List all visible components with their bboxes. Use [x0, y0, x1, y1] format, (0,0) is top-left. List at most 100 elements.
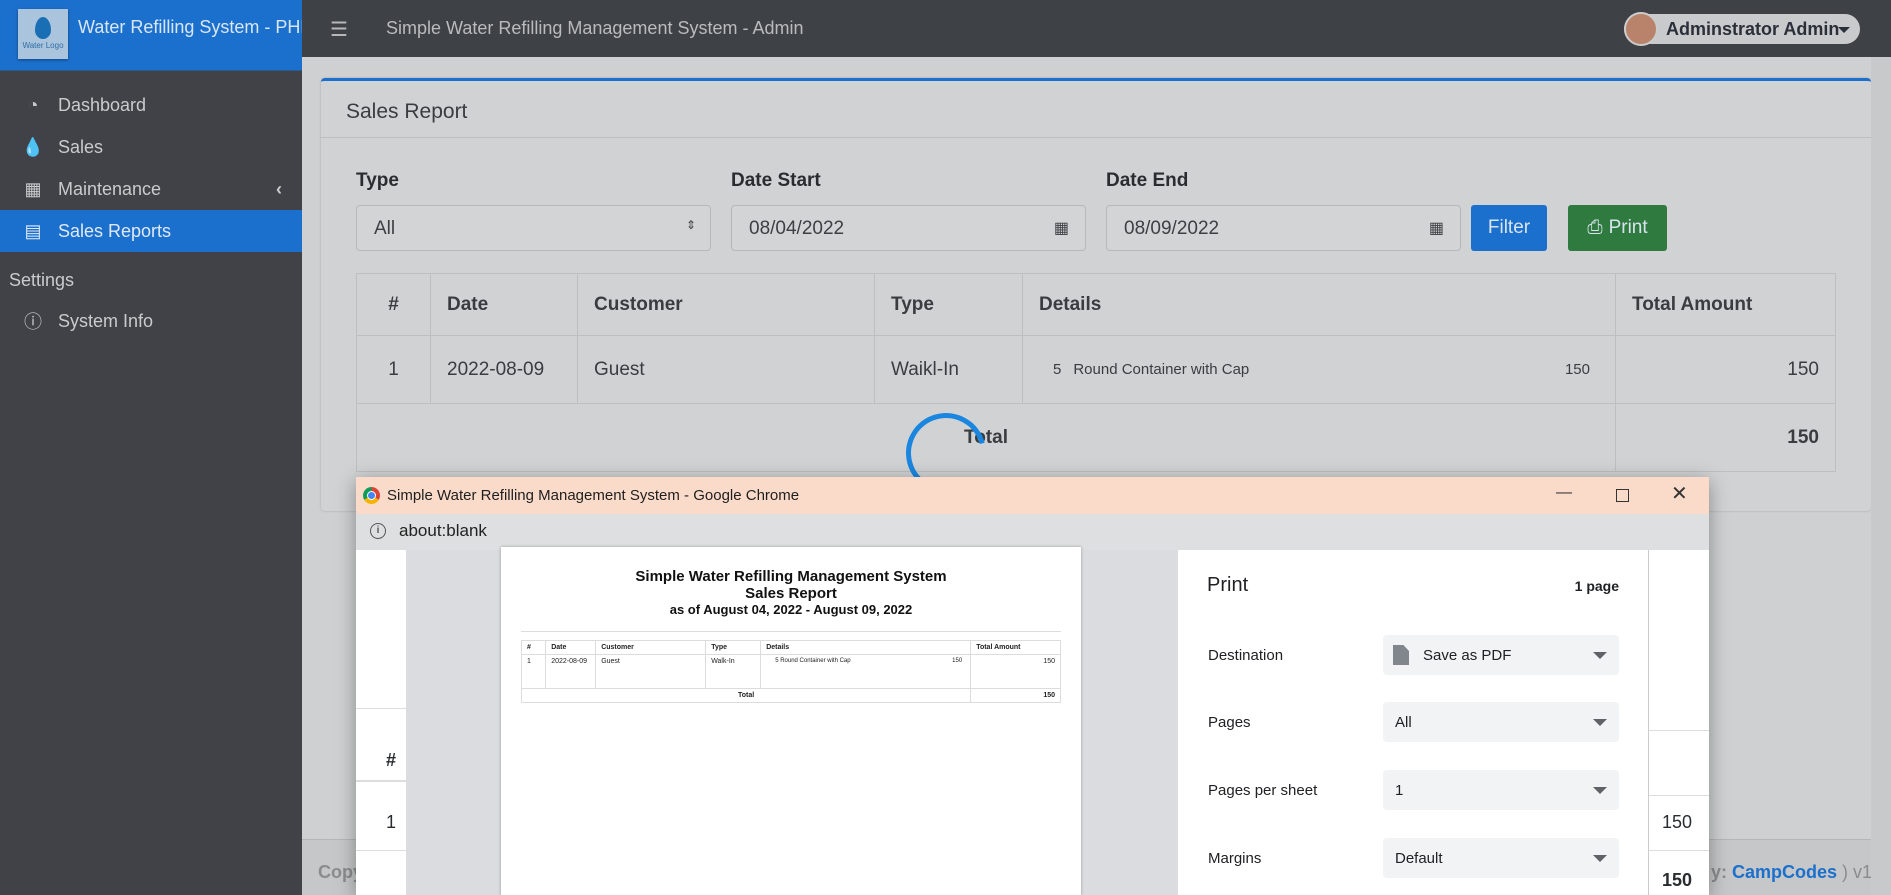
p-cell: Walk-In — [705, 654, 762, 689]
sidebar-item-sales-reports[interactable]: ▤ Sales Reports — [0, 210, 302, 252]
dropdown-arrow-icon — [1593, 855, 1607, 862]
chrome-window-title: Simple Water Refilling Management System… — [387, 487, 800, 504]
type-label: Type — [356, 170, 399, 191]
p-qty: 5 — [775, 658, 779, 664]
p-total-value: 150 — [970, 688, 1061, 703]
print-icon: ⎙ — [1587, 217, 1603, 238]
sidebar-item-sales[interactable]: 💧 Sales — [0, 126, 302, 168]
pages-per-sheet-select[interactable]: 1 — [1383, 770, 1619, 810]
brand-title: Water Refilling System - PHP — [78, 17, 313, 37]
date-start-label: Date Start — [731, 170, 821, 191]
nav-label: Sales Reports — [58, 220, 172, 241]
margins-select[interactable]: Default — [1383, 838, 1619, 878]
date-start-value: 08/04/2022 — [749, 218, 845, 239]
pps-value: 1 — [1395, 781, 1404, 799]
select-arrows-icon: ⇕ — [685, 218, 696, 232]
p-cell: 1 — [520, 654, 547, 689]
page-count: 1 page — [1574, 578, 1619, 594]
logo-text: Water Logo — [22, 41, 64, 50]
print-title: Print — [1207, 574, 1249, 596]
p-col: Customer — [595, 640, 707, 655]
table-header-row: # Date Customer Type Details Total Amoun… — [356, 273, 1836, 336]
navbar-title: Simple Water Refilling Management System… — [386, 18, 804, 38]
page-scrollbar[interactable] — [1871, 57, 1891, 895]
p-col: Type — [705, 640, 762, 655]
sidebar-section-settings: Settings — [9, 270, 75, 290]
col-details: Details — [1022, 273, 1616, 336]
col-date: Date — [430, 273, 578, 336]
tachometer-icon: ◔ — [27, 94, 39, 115]
cell-total: 150 — [1615, 335, 1836, 404]
chrome-logo-icon — [363, 487, 380, 504]
destination-label: Destination — [1208, 647, 1284, 664]
chrome-address-bar — [356, 514, 1709, 550]
sidebar-item-dashboard[interactable]: ◔ Dashboard — [0, 84, 302, 126]
sales-table: # Date Customer Type Details Total Amoun… — [356, 273, 1836, 472]
cell-date: 2022-08-09 — [430, 335, 578, 404]
total-value: 150 — [1615, 403, 1836, 472]
type-select[interactable]: All ⇕ — [356, 205, 711, 251]
margins-label: Margins — [1208, 850, 1262, 867]
table-row: 1 2022-08-09 Guest Waikl-In 5 Round Conta… — [356, 335, 1836, 404]
p-cell: 150 — [970, 654, 1061, 689]
info-icon[interactable]: i — [370, 523, 386, 539]
col-num: # — [356, 273, 431, 336]
hand-holding-water-icon: 💧 — [21, 136, 45, 157]
minimize-button[interactable]: — — [1556, 484, 1572, 502]
file-alt-icon: ▤ — [24, 220, 42, 241]
url-text[interactable]: about:blank — [399, 521, 487, 541]
caret-down-icon — [1838, 27, 1850, 33]
water-drop-icon — [35, 17, 51, 39]
p-col: Total Amount — [970, 640, 1061, 655]
file-icon — [1393, 645, 1409, 665]
margins-value: Default — [1395, 849, 1443, 867]
print-button[interactable]: ⎙ Print — [1568, 205, 1667, 251]
destination-value: Save as PDF — [1423, 646, 1512, 664]
calendar-icon[interactable]: ▦ — [1054, 218, 1069, 238]
user-name: Adminstrator Admin — [1666, 19, 1840, 39]
table-total-row: Total 150 — [356, 403, 1836, 472]
dropdown-arrow-icon — [1593, 652, 1607, 659]
nav-label: System Info — [58, 310, 154, 331]
pages-value: All — [1395, 713, 1412, 731]
sidebar-item-maintenance[interactable]: ▦ Maintenance ‹ — [0, 168, 302, 210]
sidebar-item-system-info[interactable]: ⓘ System Info — [0, 300, 302, 342]
dropdown-arrow-icon — [1593, 719, 1607, 726]
behind-amount: 150 — [1662, 812, 1693, 832]
total-label: Total — [356, 403, 1616, 472]
preview-title-2: Sales Report — [745, 585, 837, 602]
nav-label: Maintenance — [58, 178, 162, 199]
behind-num: 1 — [386, 812, 397, 832]
date-end-input[interactable]: 08/09/2022 ▦ — [1106, 205, 1461, 251]
cell-customer: Guest — [577, 335, 875, 404]
info-circle-icon: ⓘ — [24, 312, 42, 332]
background-page-fragment: # 1 — [356, 550, 406, 895]
preview-subtitle: as of August 04, 2022 - August 09, 2022 — [669, 602, 913, 617]
campcodes-link[interactable]: CampCodes — [1732, 862, 1837, 882]
maximize-button[interactable] — [1616, 489, 1629, 502]
hamburger-menu-icon[interactable]: ☰ — [330, 17, 350, 41]
detail-qty: 5 — [1053, 361, 1062, 378]
behind-total: 150 — [1662, 870, 1693, 890]
pages-select[interactable]: All — [1383, 702, 1619, 742]
calendar-icon[interactable]: ▦ — [1429, 218, 1444, 238]
card-title: Sales Report — [346, 100, 468, 123]
date-end-label: Date End — [1106, 170, 1189, 191]
close-button[interactable]: ✕ — [1671, 481, 1688, 506]
date-start-input[interactable]: 08/04/2022 ▦ — [731, 205, 1086, 251]
destination-select[interactable]: Save as PDF — [1383, 635, 1619, 675]
background-page-fragment-right: 150 150 — [1649, 550, 1709, 895]
credit-prefix: y: — [1711, 862, 1733, 882]
col-customer: Customer — [577, 273, 875, 336]
p-item: Round Container with Cap — [780, 658, 851, 664]
card-header — [321, 81, 1871, 138]
table-icon: ▦ — [24, 178, 42, 199]
p-col: Date — [545, 640, 597, 655]
p-item-amount: 150 — [952, 658, 963, 664]
cell-type: Waikl-In — [874, 335, 1023, 404]
p-col: Details — [760, 640, 972, 655]
p-col: # — [520, 640, 547, 655]
p-cell: Guest — [595, 654, 707, 689]
filter-button[interactable]: Filter — [1471, 205, 1547, 251]
p-total-label: Total — [520, 688, 972, 703]
